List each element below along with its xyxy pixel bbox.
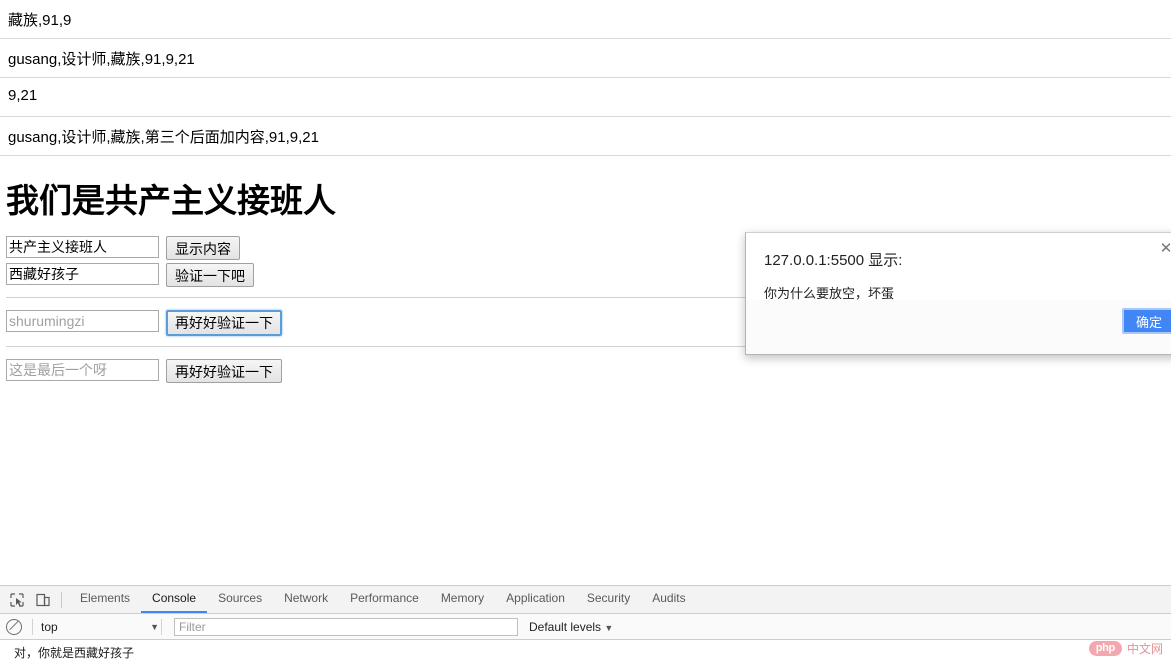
dialog-ok-button[interactable]: 确定 <box>1121 308 1171 334</box>
console-message: 对，你就是西藏好孩子 <box>14 646 135 660</box>
console-filterbar: top ▼ Default levels ▼ <box>0 614 1171 640</box>
toolbar-divider <box>61 591 62 608</box>
tab-audits[interactable]: Audits <box>641 586 696 613</box>
console-levels-label: Default levels <box>529 619 602 634</box>
output-row: 藏族,91,9 <box>0 0 1171 39</box>
tab-console[interactable]: Console <box>141 586 207 613</box>
tab-elements[interactable]: Elements <box>69 586 141 613</box>
output-row: gusang,设计师,藏族,91,9,21 <box>0 39 1171 78</box>
tab-application[interactable]: Application <box>495 586 576 613</box>
output-row: gusang,设计师,藏族,第三个后面加内容,91,9,21 <box>0 117 1171 156</box>
php-logo: php <box>1088 641 1122 656</box>
filterbar-divider-1 <box>32 618 33 635</box>
filterbar-divider-2 <box>161 618 162 635</box>
watermark-text: 中文网 <box>1126 642 1163 656</box>
last-input[interactable] <box>6 359 159 381</box>
dialog-body: 127.0.0.1:5500 显示: 你为什么要放空，坏蛋 <box>746 233 1171 301</box>
name-input[interactable] <box>6 310 159 332</box>
inspect-element-icon[interactable] <box>6 590 28 610</box>
dialog-footer: 确定 <box>746 300 1171 354</box>
tab-performance[interactable]: Performance <box>339 586 430 613</box>
form-row-4: 再好好验证一下 <box>6 359 1171 383</box>
console-context-selector[interactable]: top ▼ <box>41 620 159 634</box>
show-content-button[interactable]: 显示内容 <box>166 236 240 260</box>
page-title: 我们是共产主义接班人 <box>6 182 336 219</box>
verify-again-button-2[interactable]: 再好好验证一下 <box>166 359 282 383</box>
close-icon[interactable]: ✕ <box>1157 240 1171 258</box>
chevron-down-icon-2: ▼ <box>604 622 614 633</box>
console-levels-selector[interactable]: Default levels ▼ <box>529 620 613 634</box>
device-toolbar-icon[interactable] <box>32 590 54 610</box>
content-input[interactable] <box>6 236 159 258</box>
devtools-panel: Elements Console Sources Network Perform… <box>0 585 1171 661</box>
watermark: php 中文网 <box>1088 640 1163 657</box>
console-context-label: top <box>41 619 58 634</box>
tab-network[interactable]: Network <box>273 586 339 613</box>
dialog-origin: 127.0.0.1:5500 显示: <box>764 252 903 269</box>
devtools-tabbar: Elements Console Sources Network Perform… <box>0 586 1171 614</box>
chevron-down-icon: ▼ <box>150 621 159 632</box>
tab-memory[interactable]: Memory <box>430 586 495 613</box>
output-row: 9,21 <box>0 78 1171 117</box>
tab-sources[interactable]: Sources <box>207 586 273 613</box>
verify-button[interactable]: 验证一下吧 <box>166 263 254 287</box>
clear-console-icon[interactable] <box>6 618 22 635</box>
verify-again-button[interactable]: 再好好验证一下 <box>166 310 282 336</box>
alert-dialog: ✕ 127.0.0.1:5500 显示: 你为什么要放空，坏蛋 确定 <box>745 232 1171 355</box>
verify-input[interactable] <box>6 263 159 285</box>
console-filter-input[interactable] <box>174 617 518 636</box>
tab-security[interactable]: Security <box>576 586 641 613</box>
output-row-list: 藏族,91,9 gusang,设计师,藏族,91,9,21 9,21 gusan… <box>0 0 1171 156</box>
